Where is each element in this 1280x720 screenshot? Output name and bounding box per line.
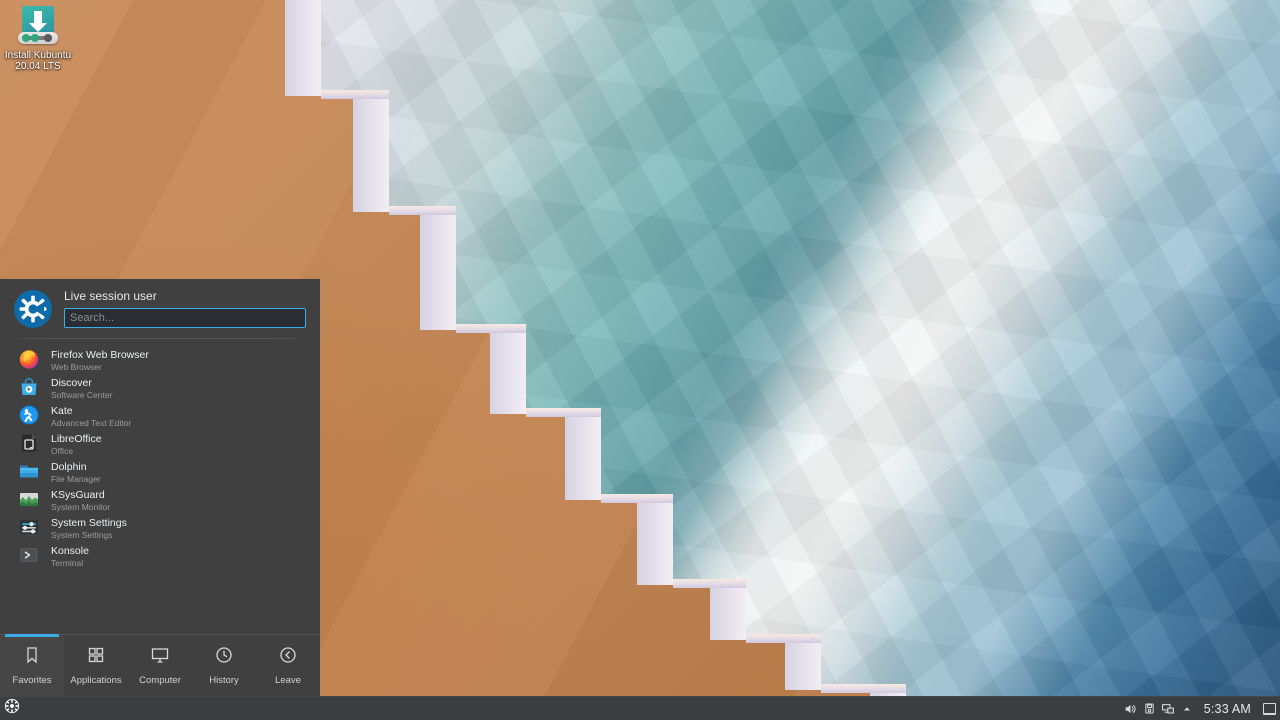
list-item-title: KSysGuard — [51, 488, 105, 501]
kickoff-header: Live session user — [0, 279, 320, 336]
tab-label: History — [209, 675, 239, 686]
tab-label: Computer — [139, 675, 181, 686]
list-item-title: Dolphin — [51, 460, 87, 473]
desktop-icon-label-line1: Install Kubuntu — [4, 50, 72, 61]
show-desktop-button[interactable] — [1258, 697, 1280, 720]
list-item-subtitle: Office — [51, 446, 74, 457]
tab-history[interactable]: History — [192, 635, 256, 696]
list-item-subtitle: Software Center — [51, 390, 113, 401]
list-item-subtitle: Advanced Text Editor — [51, 418, 132, 429]
list-item-dolphin[interactable]: Dolphin File Manager — [0, 457, 320, 485]
desktop-icon-install-kubuntu[interactable]: Install Kubuntu 20.04 LTS — [4, 6, 72, 72]
ksysguard-chart-icon — [18, 488, 40, 510]
list-item-title: Discover — [51, 376, 92, 389]
libreoffice-document-icon — [18, 432, 40, 454]
list-item-subtitle: File Manager — [51, 474, 101, 485]
tab-favorites[interactable]: Favorites — [0, 634, 64, 696]
desktop-icon-label-line2: 20.04 LTS — [15, 61, 61, 72]
monitor-icon — [150, 645, 170, 670]
application-launcher-button[interactable] — [0, 697, 24, 720]
chevron-up-icon[interactable] — [1178, 697, 1197, 720]
dolphin-folder-icon — [18, 460, 40, 482]
list-item-system-settings[interactable]: System Settings System Settings — [0, 513, 320, 541]
list-item-discover[interactable]: Discover Software Center — [0, 373, 320, 401]
power-back-icon — [278, 645, 298, 670]
list-item-title: Konsole — [51, 544, 89, 557]
speaker-icon[interactable] — [1121, 697, 1140, 720]
list-item-title: Firefox Web Browser — [51, 348, 149, 361]
list-item-konsole[interactable]: Konsole Terminal — [0, 541, 320, 569]
tab-label: Applications — [70, 675, 122, 686]
list-item-subtitle: System Settings — [51, 530, 113, 541]
firefox-icon — [18, 348, 40, 370]
clock-icon — [214, 645, 234, 670]
list-item-subtitle: Terminal — [51, 558, 84, 569]
show-desktop-icon — [1262, 702, 1276, 715]
list-item-title: Kate — [51, 404, 73, 417]
bookmark-icon — [22, 645, 42, 670]
list-item-title: System Settings — [51, 516, 127, 529]
desktop-icon-label: Install Kubuntu 20.04 LTS — [5, 50, 71, 72]
search-input[interactable] — [64, 308, 306, 328]
kickoff-tab-bar: Favorites Applications Computer History … — [0, 634, 320, 696]
tab-computer[interactable]: Computer — [128, 635, 192, 696]
discover-bag-icon — [18, 376, 40, 398]
application-launcher-menu: Live session user Search... Firefox Web … — [0, 279, 320, 696]
list-item-subtitle: Web Browser — [51, 362, 102, 373]
tab-leave[interactable]: Leave — [256, 635, 320, 696]
clock-widget[interactable]: 5:33 AM — [1199, 702, 1258, 716]
favorites-list: Firefox Web Browser Web Browser Discover — [0, 339, 320, 634]
usb-device-icon[interactable] — [1140, 697, 1159, 720]
list-item-title: LibreOffice — [51, 432, 102, 445]
list-item-kate[interactable]: Kate Advanced Text Editor — [0, 401, 320, 429]
kate-icon — [18, 404, 40, 426]
grid-squares-icon — [86, 645, 106, 670]
system-settings-sliders-icon — [18, 516, 40, 538]
kubuntu-logo-icon — [3, 697, 21, 720]
tab-label: Favorites — [12, 675, 52, 686]
list-item-ksysguard[interactable]: KSysGuard System Monitor — [0, 485, 320, 513]
tab-label: Leave — [275, 675, 301, 686]
network-icon[interactable] — [1159, 697, 1178, 720]
kubuntu-logo-icon[interactable] — [14, 289, 52, 328]
taskbar-panel: 5:33 AM — [0, 696, 1280, 720]
konsole-prompt-icon — [18, 544, 40, 566]
list-item-firefox[interactable]: Firefox Web Browser Web Browser — [0, 345, 320, 373]
kickoff-user-name: Live session user — [64, 289, 157, 303]
list-item-subtitle: System Monitor — [51, 502, 111, 513]
desktop-screen: Install Kubuntu 20.04 LTS Live session u… — [0, 0, 1280, 720]
list-item-libreoffice[interactable]: LibreOffice Office — [0, 429, 320, 457]
install-disc-icon — [17, 6, 59, 48]
system-tray — [1121, 697, 1199, 720]
tab-applications[interactable]: Applications — [64, 635, 128, 696]
